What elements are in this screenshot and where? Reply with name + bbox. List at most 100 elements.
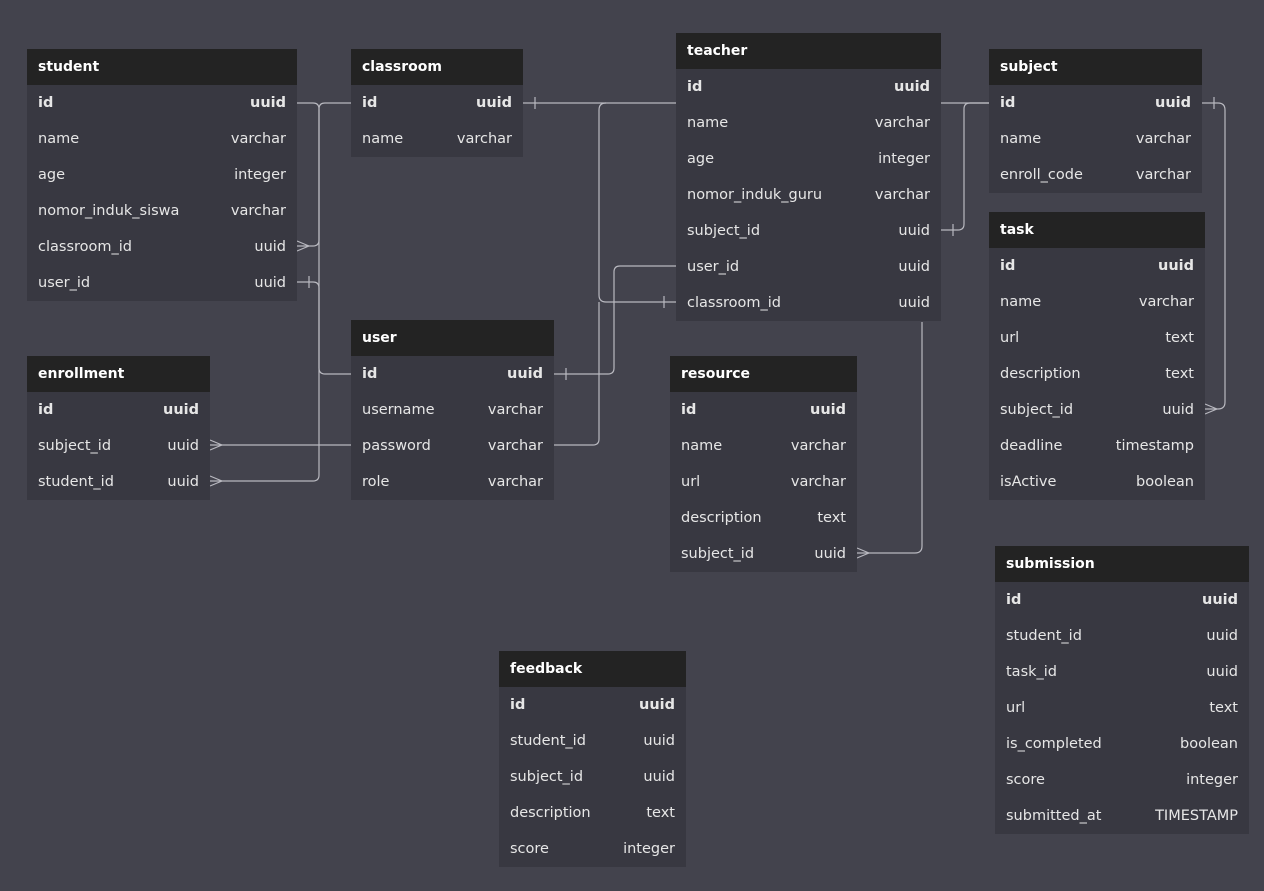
field-type: uuid [1206, 628, 1238, 644]
task-field-isactive[interactable]: isActive boolean [989, 464, 1205, 500]
field-type: uuid [814, 546, 846, 562]
field-name: is_completed [1006, 736, 1102, 752]
teacher-field-nomor-induk-guru[interactable]: nomor_induk_guru varchar [676, 177, 941, 213]
submission-field-submitted-at[interactable]: submitted_at TIMESTAMP [995, 798, 1249, 834]
er-diagram-canvas[interactable]: student id uuid name varchar age integer nomor… [0, 0, 1264, 891]
table-resource[interactable]: resource id uuid name varchar url varchar desc… [670, 356, 857, 572]
submission-field-is-completed[interactable]: is_completed boolean [995, 726, 1249, 762]
resource-field-subject-id[interactable]: subject_id uuid [670, 536, 857, 572]
link-teacher-classroom [598, 102, 676, 303]
task-field-subject-id[interactable]: subject_id uuid [989, 392, 1205, 428]
feedback-field-description[interactable]: description text [499, 795, 686, 831]
table-submission[interactable]: submission id uuid student_id uuid task_id uu… [995, 546, 1249, 834]
classroom-field-name[interactable]: name varchar [351, 121, 523, 157]
table-subject[interactable]: subject id uuid name varchar enroll_code varc… [989, 49, 1202, 193]
field-name: name [1000, 294, 1042, 310]
table-enrollment[interactable]: enrollment id uuid subject_id uuid student_i… [27, 356, 210, 500]
field-name: subject_id [681, 546, 755, 562]
teacher-field-name[interactable]: name varchar [676, 105, 941, 141]
classroom-field-id[interactable]: id uuid [351, 85, 523, 121]
task-field-id[interactable]: id uuid [989, 248, 1205, 284]
field-name: user_id [38, 275, 91, 291]
resource-field-id[interactable]: id uuid [670, 392, 857, 428]
enrollment-field-id[interactable]: id uuid [27, 392, 210, 428]
submission-field-task-id[interactable]: task_id uuid [995, 654, 1249, 690]
submission-field-url[interactable]: url text [995, 690, 1249, 726]
field-type: boolean [1136, 474, 1194, 490]
student-field-nomor-induk-siswa[interactable]: nomor_induk_siswa varchar [27, 193, 297, 229]
field-name: classroom_id [38, 239, 132, 255]
table-task[interactable]: task id uuid name varchar url text description… [989, 212, 1205, 500]
field-type: varchar [487, 474, 543, 490]
user-field-password[interactable]: password varchar [351, 428, 554, 464]
teacher-field-user-id[interactable]: user_id uuid [676, 249, 941, 285]
field-name: id [510, 697, 526, 713]
table-header-student[interactable]: student [27, 49, 297, 85]
resource-field-url[interactable]: url varchar [670, 464, 857, 500]
user-field-username[interactable]: username varchar [351, 392, 554, 428]
field-name: subject_id [510, 769, 584, 785]
table-classroom[interactable]: classroom id uuid name varchar [351, 49, 523, 157]
field-type: varchar [456, 131, 512, 147]
enrollment-field-student-id[interactable]: student_id uuid [27, 464, 210, 500]
teacher-field-classroom-id[interactable]: classroom_id uuid [676, 285, 941, 321]
task-field-deadline[interactable]: deadline timestamp [989, 428, 1205, 464]
field-type: uuid [898, 295, 930, 311]
feedback-field-score[interactable]: score integer [499, 831, 686, 867]
field-name: username [362, 402, 435, 418]
student-field-name[interactable]: name varchar [27, 121, 297, 157]
table-header-subject[interactable]: subject [989, 49, 1202, 85]
field-type: varchar [230, 203, 286, 219]
table-header-teacher[interactable]: teacher [676, 33, 941, 69]
student-field-age[interactable]: age integer [27, 157, 297, 193]
table-student[interactable]: student id uuid name varchar age integer nomor… [27, 49, 297, 301]
field-type: integer [234, 167, 286, 183]
task-field-name[interactable]: name varchar [989, 284, 1205, 320]
table-teacher[interactable]: teacher id uuid name varchar age integer nomor… [676, 33, 941, 321]
feedback-field-id[interactable]: id uuid [499, 687, 686, 723]
teacher-field-id[interactable]: id uuid [676, 69, 941, 105]
field-name: student_id [510, 733, 586, 749]
link-student-user [297, 281, 351, 375]
table-header-feedback[interactable]: feedback [499, 651, 686, 687]
teacher-field-age[interactable]: age integer [676, 141, 941, 177]
feedback-field-student-id[interactable]: student_id uuid [499, 723, 686, 759]
student-field-classroom-id[interactable]: classroom_id uuid [27, 229, 297, 265]
submission-field-score[interactable]: score integer [995, 762, 1249, 798]
teacher-field-subject-id[interactable]: subject_id uuid [676, 213, 941, 249]
task-field-description[interactable]: description text [989, 356, 1205, 392]
field-type: uuid [254, 239, 286, 255]
subject-field-name[interactable]: name varchar [989, 121, 1202, 157]
subject-field-id[interactable]: id uuid [989, 85, 1202, 121]
user-field-id[interactable]: id uuid [351, 356, 554, 392]
field-name: id [1006, 592, 1022, 608]
field-name: role [362, 474, 390, 490]
table-header-enrollment[interactable]: enrollment [27, 356, 210, 392]
user-field-role[interactable]: role varchar [351, 464, 554, 500]
table-user[interactable]: user id uuid username varchar password varcha… [351, 320, 554, 500]
subject-field-enroll-code[interactable]: enroll_code varchar [989, 157, 1202, 193]
table-header-submission[interactable]: submission [995, 546, 1249, 582]
submission-field-student-id[interactable]: student_id uuid [995, 618, 1249, 654]
table-header-classroom[interactable]: classroom [351, 49, 523, 85]
field-type: uuid [898, 223, 930, 239]
enrollment-field-subject-id[interactable]: subject_id uuid [27, 428, 210, 464]
feedback-field-subject-id[interactable]: subject_id uuid [499, 759, 686, 795]
link-user-teacher [554, 265, 676, 375]
student-field-id[interactable]: id uuid [27, 85, 297, 121]
field-type: text [1165, 330, 1194, 346]
student-field-user-id[interactable]: user_id uuid [27, 265, 297, 301]
table-header-resource[interactable]: resource [670, 356, 857, 392]
field-type: uuid [1155, 95, 1191, 111]
table-header-task[interactable]: task [989, 212, 1205, 248]
table-feedback[interactable]: feedback id uuid student_id uuid subject_id u… [499, 651, 686, 867]
field-name: isActive [1000, 474, 1057, 490]
table-header-user[interactable]: user [351, 320, 554, 356]
field-name: url [1000, 330, 1020, 346]
task-field-url[interactable]: url text [989, 320, 1205, 356]
resource-field-description[interactable]: description text [670, 500, 857, 536]
submission-field-id[interactable]: id uuid [995, 582, 1249, 618]
resource-field-name[interactable]: name varchar [670, 428, 857, 464]
field-name: subject_id [38, 438, 112, 454]
field-type: varchar [487, 402, 543, 418]
